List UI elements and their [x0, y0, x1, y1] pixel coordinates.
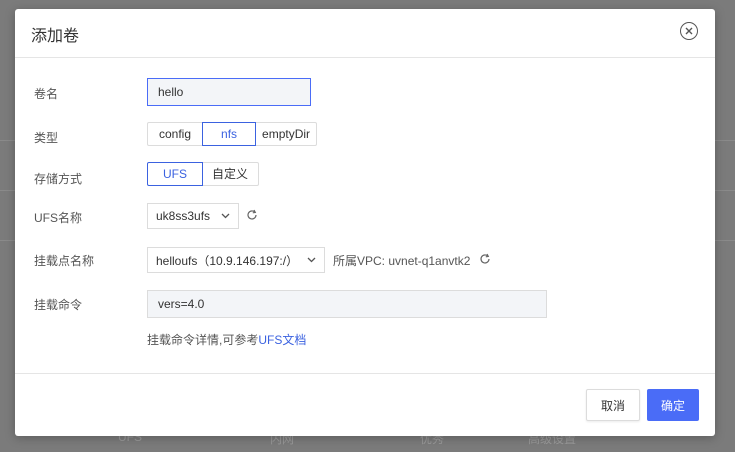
storage-option-custom[interactable]: 自定义 [202, 162, 260, 186]
storage-option-ufs[interactable]: UFS [147, 162, 203, 186]
volume-name-input[interactable] [147, 78, 311, 106]
ufs-name-select[interactable]: uk8ss3ufs [147, 203, 239, 229]
type-option-nfs[interactable]: nfs [202, 122, 257, 146]
ufs-name-value: uk8ss3ufs [156, 209, 211, 223]
mount-point-select[interactable]: helloufs（10.9.146.197:/） [147, 247, 325, 273]
mount-cmd-input[interactable] [147, 290, 547, 318]
type-label: 类型 [34, 131, 59, 145]
dialog-title: 添加卷 [31, 26, 80, 45]
ufs-doc-link[interactable]: UFS文档 [258, 333, 306, 347]
footer-divider [15, 373, 715, 374]
storage-label: 存储方式 [34, 172, 83, 186]
chevron-down-icon [221, 213, 230, 219]
type-option-emptydir[interactable]: emptyDir [255, 122, 318, 146]
close-icon[interactable] [680, 22, 698, 40]
type-segment: config nfs emptyDir [147, 122, 318, 146]
add-volume-dialog: 添加卷 卷名 类型 config nfs emptyDir 存储方式 UFS 自… [15, 9, 715, 436]
storage-segment: UFS 自定义 [147, 162, 260, 186]
vpc-text: 所属VPC: uvnet-q1anvtk2 [333, 254, 471, 268]
hint-text: 挂载命令详情,可参考 [147, 333, 259, 347]
mount-cmd-label: 挂载命令 [34, 298, 83, 312]
dialog-header: 添加卷 [15, 9, 715, 58]
ufs-name-label: UFS名称 [34, 211, 83, 225]
volume-name-label: 卷名 [34, 87, 59, 101]
refresh-icon[interactable] [479, 253, 491, 265]
refresh-icon[interactable] [246, 209, 258, 221]
type-option-config[interactable]: config [147, 122, 204, 146]
cancel-button[interactable]: 取消 [586, 389, 640, 421]
mount-point-label: 挂载点名称 [34, 254, 95, 268]
confirm-button[interactable]: 确定 [647, 389, 699, 421]
mount-cmd-hint: 挂载命令详情,可参考UFS文档 [147, 331, 306, 348]
chevron-down-icon [307, 257, 316, 263]
mount-point-value: helloufs（10.9.146.197:/） [156, 253, 299, 268]
